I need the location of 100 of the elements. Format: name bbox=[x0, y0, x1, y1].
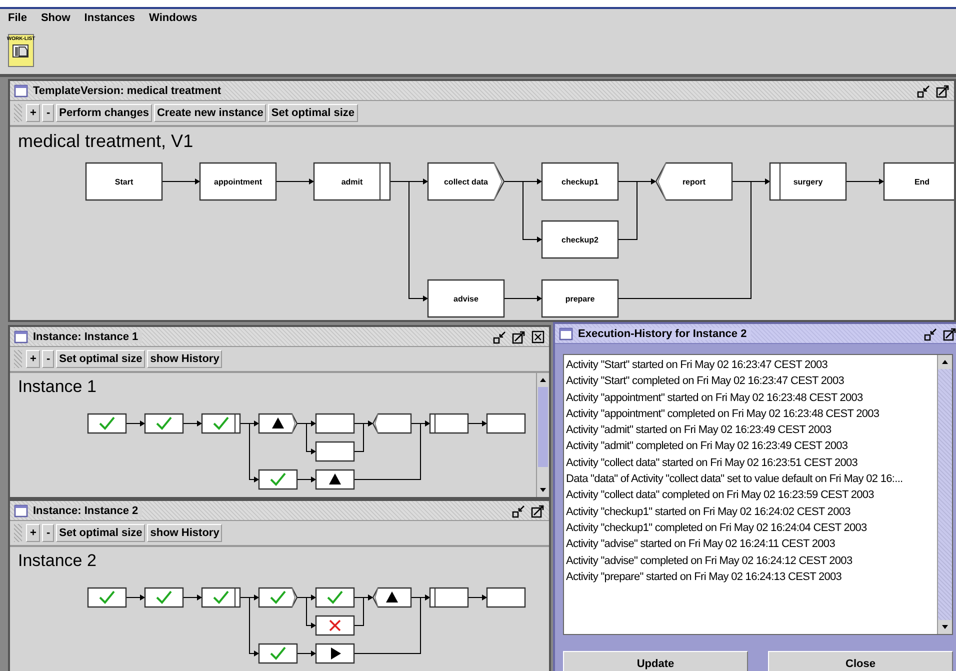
activity-node[interactable] bbox=[201, 587, 241, 608]
window-title: Instance: Instance 2 bbox=[33, 504, 142, 516]
activity-node[interactable] bbox=[769, 162, 847, 201]
window-icon bbox=[14, 84, 28, 98]
minimize-icon[interactable] bbox=[924, 326, 938, 340]
diagram-title: Instance 1 bbox=[18, 377, 96, 397]
activity-node[interactable] bbox=[315, 587, 355, 608]
flow-arrow bbox=[296, 476, 316, 482]
activity-node[interactable] bbox=[258, 469, 298, 490]
activity-node[interactable] bbox=[315, 441, 355, 462]
history-entry: Activity "advise" started on Fri May 02 16:24:11 CEST 2003 bbox=[566, 537, 836, 552]
toolbar-button[interactable]: Create new instance bbox=[154, 104, 266, 122]
activity-node[interactable] bbox=[201, 413, 241, 434]
history-entry: Activity "advise" completed on Fri May 02 16:24:12 CEST 2003 bbox=[566, 554, 854, 569]
activity-node[interactable] bbox=[144, 413, 184, 434]
toolbar-button[interactable]: Set optimal size bbox=[56, 350, 146, 368]
toolbar-grip[interactable] bbox=[14, 350, 22, 368]
activity-node[interactable] bbox=[372, 587, 412, 608]
minimize-icon[interactable] bbox=[493, 330, 507, 344]
maximize-icon[interactable] bbox=[936, 84, 950, 98]
menu-item[interactable]: Show bbox=[40, 12, 70, 27]
history-entry: Activity "collect data" started on Fri May 02 16:23:51 CEST 2003 bbox=[566, 456, 859, 471]
title-bar[interactable]: Execution-History for Instance 2 bbox=[555, 324, 956, 344]
maximize-icon[interactable] bbox=[943, 326, 956, 340]
toolbar-button[interactable]: Set optimal size bbox=[56, 524, 146, 542]
toolbar-grip[interactable] bbox=[14, 104, 22, 122]
minimize-icon[interactable] bbox=[512, 504, 526, 518]
activity-label: prepare bbox=[565, 294, 595, 304]
activity-node[interactable] bbox=[883, 162, 954, 201]
activity-node[interactable] bbox=[541, 162, 619, 201]
activity-node[interactable] bbox=[85, 162, 163, 201]
activity-label: End bbox=[914, 178, 930, 186]
flow-arrow bbox=[846, 178, 884, 184]
flow-arrow bbox=[126, 594, 146, 600]
activity-label: checkup2 bbox=[562, 236, 598, 244]
activity-node[interactable] bbox=[315, 615, 355, 636]
dialog-button[interactable]: Close bbox=[768, 651, 953, 671]
activity-node[interactable] bbox=[144, 587, 184, 608]
toolbar-button[interactable]: show History bbox=[147, 350, 222, 368]
toolbar-button[interactable]: + bbox=[26, 104, 40, 122]
maximize-icon[interactable] bbox=[531, 504, 545, 518]
activity-node[interactable] bbox=[258, 587, 298, 608]
activity-node[interactable] bbox=[427, 279, 505, 318]
toolbar-button[interactable]: show History bbox=[147, 524, 222, 542]
window-icon bbox=[559, 326, 573, 340]
toolbar-button[interactable]: + bbox=[26, 524, 40, 542]
menu-item[interactable]: Windows bbox=[149, 12, 198, 27]
activity-node[interactable] bbox=[486, 587, 526, 608]
activity-node[interactable] bbox=[541, 220, 619, 259]
toolbar-button[interactable]: Set optimal size bbox=[268, 104, 358, 122]
activity-node[interactable] bbox=[315, 413, 355, 434]
title-bar[interactable]: TemplateVersion: medical treatment bbox=[10, 81, 954, 101]
scrollbar[interactable] bbox=[536, 373, 549, 497]
activity-node[interactable] bbox=[258, 643, 298, 664]
title-bar[interactable]: Instance: Instance 2 bbox=[10, 501, 549, 521]
activity-node[interactable] bbox=[87, 587, 127, 608]
activity-label: report bbox=[682, 178, 706, 186]
history-entry: Activity "prepare" started on Fri May 02 16:24:13 CEST 2003 bbox=[566, 570, 843, 585]
activity-node[interactable] bbox=[199, 162, 277, 201]
activity-label: advise bbox=[454, 294, 478, 304]
title-bar[interactable]: Instance: Instance 1 bbox=[10, 327, 549, 347]
toolbar-button[interactable]: - bbox=[42, 350, 54, 368]
activity-node[interactable] bbox=[427, 162, 505, 201]
dialog-button[interactable]: Update bbox=[563, 651, 748, 671]
menu-item[interactable]: Instances bbox=[84, 12, 136, 27]
close-icon[interactable] bbox=[531, 330, 545, 344]
activity-node[interactable] bbox=[372, 413, 412, 434]
activity-node[interactable] bbox=[315, 643, 355, 664]
scrollbar[interactable] bbox=[937, 355, 952, 634]
activity-node[interactable] bbox=[315, 469, 355, 490]
activity-node[interactable] bbox=[486, 413, 526, 434]
window-title: Instance: Instance 1 bbox=[33, 330, 142, 342]
activity-label: admit bbox=[341, 178, 363, 186]
flow-arrow bbox=[182, 594, 202, 600]
flow-arrow bbox=[162, 178, 200, 184]
activity-node[interactable] bbox=[429, 587, 469, 608]
history-entry: Activity "Start" completed on Fri May 02 16:23:47 CEST 2003 bbox=[566, 374, 845, 390]
activity-node[interactable] bbox=[87, 413, 127, 434]
history-entry: Activity "collect data" completed on Fri May 02 16:23:59 CEST 2003 bbox=[566, 488, 875, 504]
activity-node[interactable] bbox=[655, 162, 733, 201]
flow-arrow bbox=[468, 594, 488, 600]
toolbar-button[interactable]: + bbox=[26, 350, 40, 368]
flow-arrow bbox=[468, 420, 488, 426]
toolbar-button[interactable]: - bbox=[42, 104, 54, 122]
maximize-icon[interactable] bbox=[512, 330, 526, 344]
activity-node[interactable] bbox=[258, 413, 298, 434]
activity-node[interactable] bbox=[313, 162, 391, 201]
history-entry: Activity "appointment" started on Fri May 02 16:23:48 CEST 2003 bbox=[566, 390, 864, 406]
window-title: Execution-History for Instance 2 bbox=[578, 328, 751, 340]
toolbar-button[interactable]: Perform changes bbox=[56, 104, 152, 122]
menu-item[interactable]: File bbox=[8, 12, 27, 27]
activity-node[interactable] bbox=[429, 413, 469, 434]
history-entry: Activity "admit" completed on Fri May 02 16:23:49 CEST 2003 bbox=[566, 439, 849, 454]
activity-node[interactable] bbox=[541, 279, 619, 318]
activity-label: collect data bbox=[444, 178, 488, 186]
toolbar-grip[interactable] bbox=[14, 524, 22, 542]
toolbar-button[interactable]: - bbox=[42, 524, 54, 542]
minimize-icon[interactable] bbox=[917, 84, 931, 98]
history-entry: Data "data" of Activity "collect data" set to value default on Fri May 02 16:... bbox=[566, 472, 904, 488]
activity-label: checkup1 bbox=[562, 178, 598, 186]
